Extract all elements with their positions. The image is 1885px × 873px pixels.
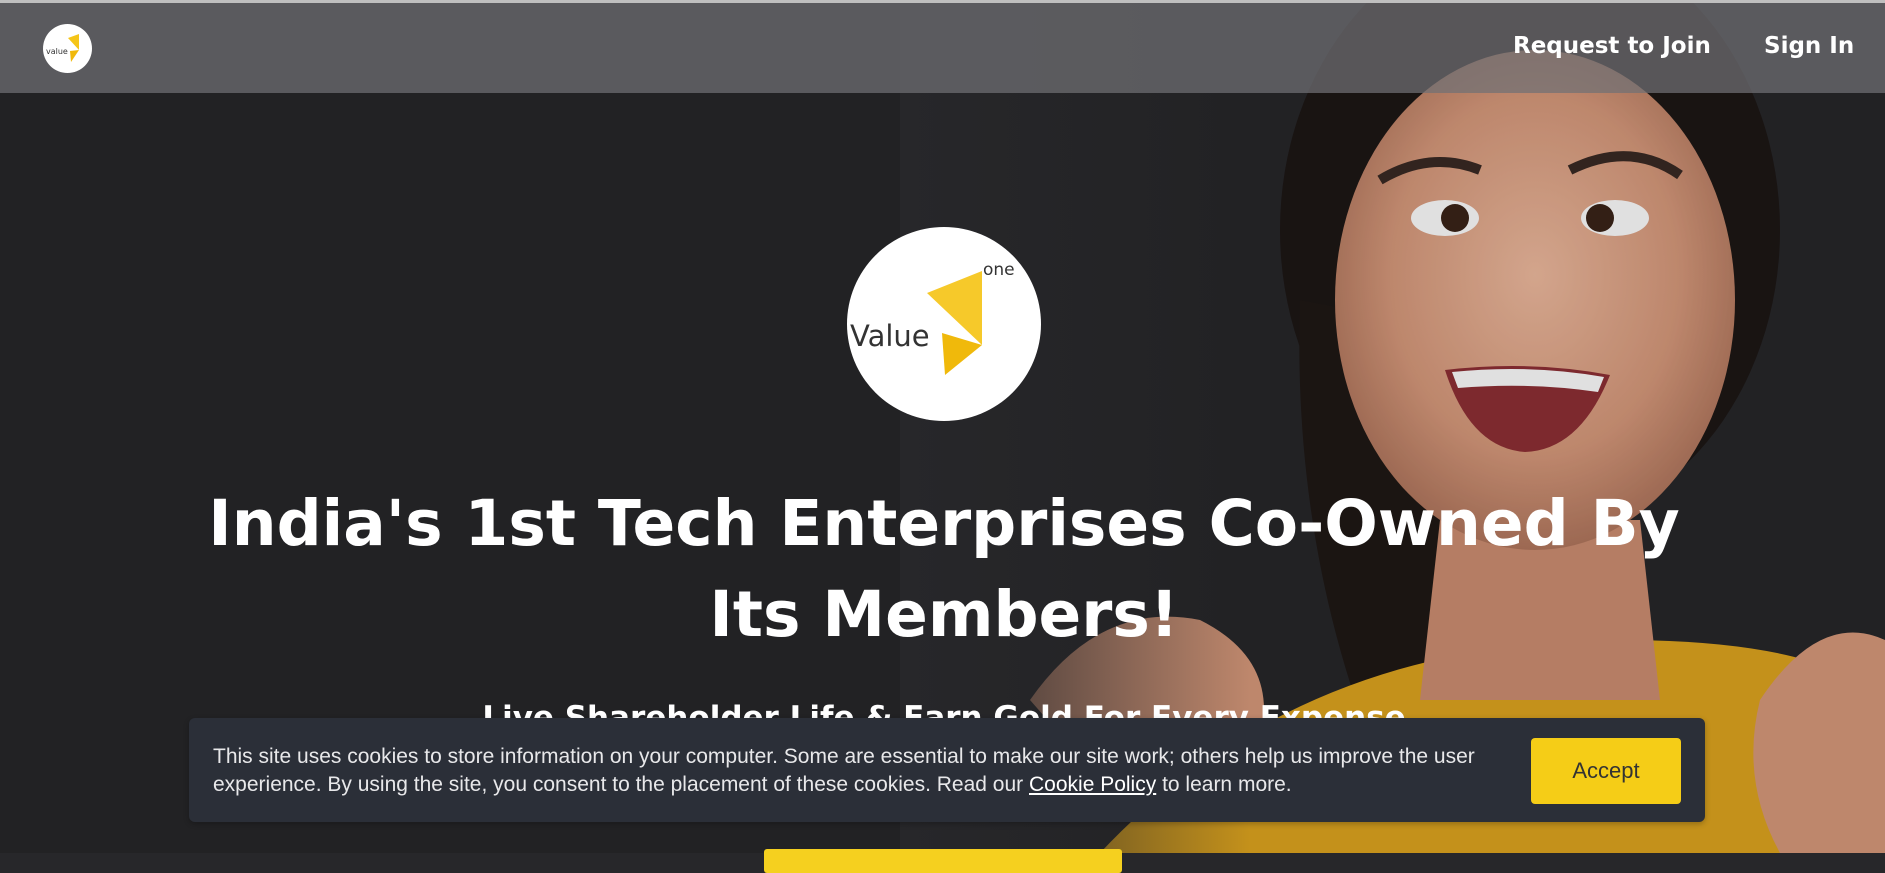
cookie-text: This site uses cookies to store informat… bbox=[213, 743, 1503, 799]
sign-in-link[interactable]: Sign In bbox=[1764, 33, 1854, 59]
top-rule bbox=[0, 0, 1885, 3]
cookie-banner: This site uses cookies to store informat… bbox=[189, 718, 1705, 822]
nav-logo[interactable]: value bbox=[43, 24, 92, 73]
cookie-policy-link[interactable]: Cookie Policy bbox=[1029, 773, 1156, 796]
hero-logo: Value one bbox=[847, 227, 1041, 421]
accept-cookies-button[interactable]: Accept bbox=[1531, 738, 1681, 804]
hero-title-line2: Its Members! bbox=[709, 578, 1179, 651]
hero-title: India's 1st Tech Enterprises Co-Owned By… bbox=[200, 478, 1688, 660]
cookie-text-end: to learn more. bbox=[1156, 773, 1292, 796]
hero-logo-text: Value bbox=[850, 319, 930, 353]
value-one-brand-icon: Value one bbox=[850, 260, 1015, 375]
value-one-logo-icon: value bbox=[46, 34, 79, 62]
hero-logo-sup: one bbox=[983, 260, 1015, 280]
nav-logo-text: value bbox=[46, 47, 68, 56]
request-to-join-link[interactable]: Request to Join bbox=[1513, 33, 1711, 59]
hero-title-line1: India's 1st Tech Enterprises Co-Owned By bbox=[208, 487, 1680, 560]
navbar: value Request to Join Sign In bbox=[0, 3, 1885, 93]
